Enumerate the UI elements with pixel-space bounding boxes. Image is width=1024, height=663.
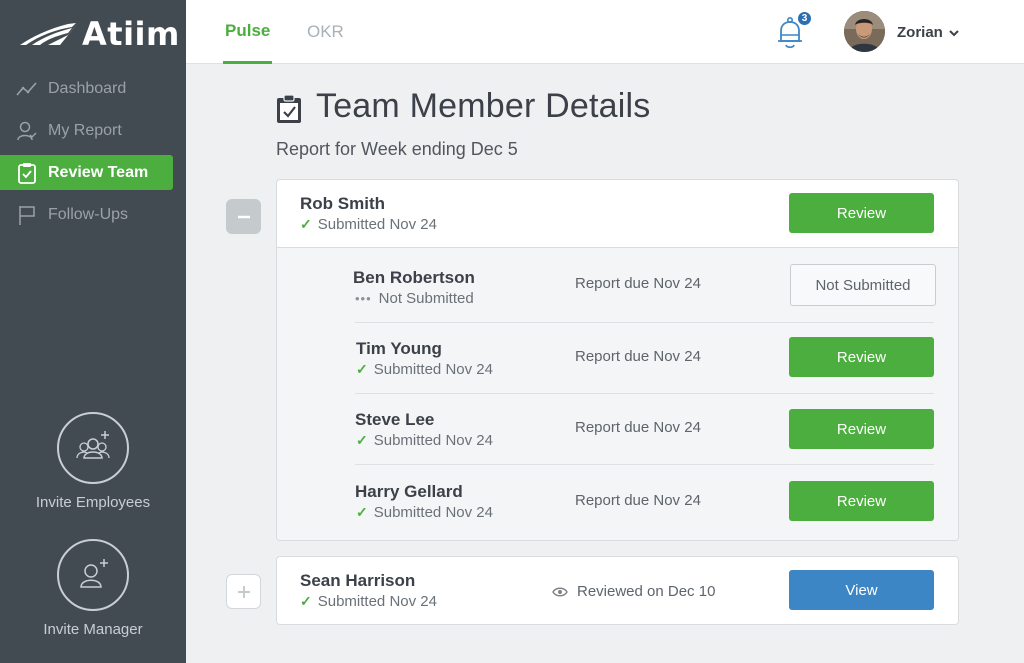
sidebar-item-label: Dashboard — [48, 79, 127, 97]
minus-icon — [237, 215, 250, 218]
sidebar-item-follow-ups[interactable]: Follow-Ups — [0, 197, 173, 232]
divider — [355, 393, 934, 394]
report-due: Report due Nov 24 — [575, 492, 701, 509]
chevron-down-icon[interactable] — [948, 27, 960, 39]
manager-status-text: Submitted Nov 24 — [317, 593, 437, 610]
expand-button[interactable] — [226, 574, 261, 609]
manager-status: ✓ Submitted Nov 24 — [300, 593, 437, 610]
report-name: Tim Young — [356, 339, 442, 358]
reviewed-text: Reviewed on Dec 10 — [577, 583, 716, 600]
report-due: Report due Nov 24 — [575, 419, 701, 436]
invite-employees-circle — [57, 412, 129, 484]
flag-icon — [16, 204, 38, 226]
invite-manager-label: Invite Manager — [43, 621, 143, 638]
manager-name: Sean Harrison — [300, 571, 416, 590]
report-name: Harry Gellard — [355, 482, 463, 501]
sidebar-item-label: Review Team — [48, 163, 149, 181]
clipboard-check-icon — [16, 162, 38, 184]
report-status: ••• Not Submitted — [355, 290, 474, 307]
check-icon: ✓ — [356, 432, 368, 448]
divider — [355, 464, 934, 465]
notification-badge: 3 — [796, 10, 813, 27]
report-due: Report due Nov 24 — [575, 348, 701, 365]
manager-review-button[interactable]: Review — [789, 193, 934, 233]
report-review-button[interactable]: Review — [789, 409, 934, 449]
collapse-button[interactable] — [226, 199, 261, 234]
pending-dots-icon: ••• — [355, 291, 372, 306]
view-button[interactable]: View — [789, 570, 934, 610]
sidebar-item-my-report[interactable]: My Report — [0, 113, 173, 148]
top-bar: Pulse OKR 3 Zorian — [186, 0, 1024, 64]
report-status-text: Submitted Nov 24 — [373, 432, 493, 449]
sidebar-item-label: Follow-Ups — [48, 205, 129, 223]
chart-line-icon — [16, 78, 38, 100]
invite-employees-label: Invite Employees — [35, 494, 151, 511]
report-name: Ben Robertson — [353, 268, 475, 287]
report-status: ✓ Submitted Nov 24 — [356, 432, 493, 449]
report-status: ✓ Submitted Nov 24 — [356, 504, 493, 521]
manager-name: Rob Smith — [300, 194, 385, 213]
add-group-icon — [76, 431, 110, 459]
reviewed-status: Reviewed on Dec 10 — [552, 583, 715, 600]
report-status-text: Submitted Nov 24 — [373, 361, 493, 378]
invite-manager-button[interactable]: Invite Manager — [0, 539, 186, 638]
eye-icon — [552, 587, 568, 596]
report-due: Report due Nov 24 — [575, 275, 701, 292]
manager-status-text: Submitted Nov 24 — [317, 216, 437, 233]
user-report-icon — [16, 120, 38, 142]
report-status-text: Not Submitted — [378, 290, 474, 307]
check-icon: ✓ — [356, 361, 368, 377]
check-icon: ✓ — [300, 593, 312, 609]
avatar[interactable] — [844, 11, 885, 52]
report-status: ✓ Submitted Nov 24 — [356, 361, 493, 378]
check-icon: ✓ — [300, 216, 312, 232]
invite-employees-button[interactable]: Invite Employees — [0, 412, 186, 511]
divider — [355, 322, 934, 323]
check-icon: ✓ — [356, 504, 368, 520]
add-user-icon — [80, 559, 108, 588]
report-name: Steve Lee — [355, 410, 435, 429]
manager-status: ✓ Submitted Nov 24 — [300, 216, 437, 233]
report-review-button[interactable]: Review — [789, 337, 934, 377]
report-status-text: Submitted Nov 24 — [373, 504, 493, 521]
page-title: Team Member Details — [316, 87, 651, 125]
sidebar-item-review-team[interactable]: Review Team — [0, 155, 173, 190]
sidebar-item-dashboard[interactable]: Dashboard — [0, 71, 173, 106]
user-name[interactable]: Zorian — [897, 24, 943, 41]
clipboard-check-icon — [277, 94, 301, 123]
page-subtitle: Report for Week ending Dec 5 — [276, 139, 518, 159]
logo-mark-icon — [20, 23, 78, 45]
sidebar-item-label: My Report — [48, 121, 122, 139]
report-review-button[interactable]: Review — [789, 481, 934, 521]
not-submitted-button[interactable]: Not Submitted — [790, 264, 936, 306]
logo-text: Atiim — [82, 15, 180, 53]
tab-pulse[interactable]: Pulse — [223, 0, 273, 64]
tab-okr[interactable]: OKR — [307, 0, 344, 64]
invite-manager-circle — [57, 539, 129, 611]
atiim-logo[interactable]: Atiim — [18, 15, 180, 53]
plus-icon — [237, 585, 250, 598]
sidebar: Atiim Dashboard My Report Review Team Fo… — [0, 0, 186, 663]
